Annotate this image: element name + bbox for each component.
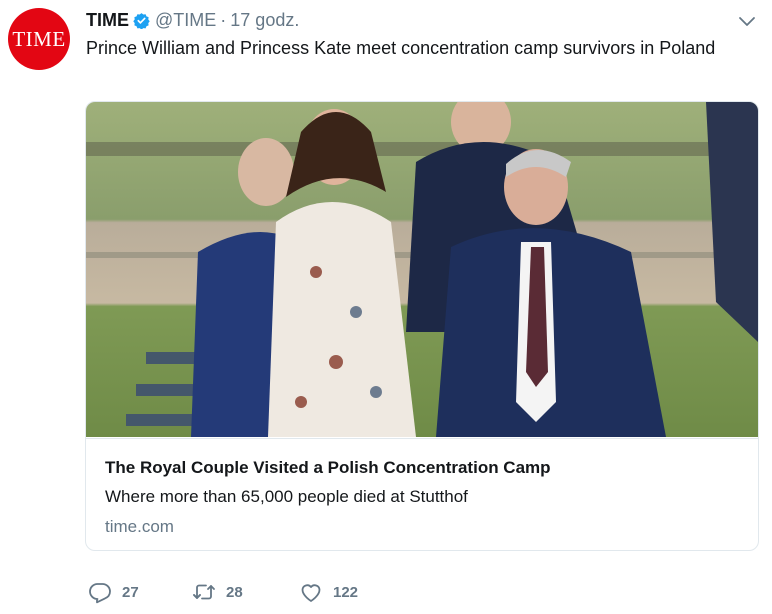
card-body[interactable]: The Royal Couple Visited a Polish Concen… bbox=[86, 438, 758, 550]
retweet-count: 28 bbox=[226, 583, 243, 601]
retweet-icon bbox=[192, 580, 216, 604]
reply-count: 27 bbox=[122, 583, 139, 601]
tweet-header: TIME @TIME · 17 godz. bbox=[86, 9, 299, 31]
verified-badge-icon bbox=[133, 12, 150, 29]
reply-icon bbox=[88, 580, 112, 604]
card-title[interactable]: The Royal Couple Visited a Polish Concen… bbox=[105, 458, 551, 478]
reply-button[interactable]: 27 bbox=[88, 578, 139, 606]
retweet-button[interactable]: 28 bbox=[192, 578, 243, 606]
avatar[interactable]: TIME bbox=[8, 8, 70, 70]
chevron-down-icon[interactable] bbox=[735, 12, 759, 32]
account-name[interactable]: TIME bbox=[86, 10, 129, 31]
avatar-logo-text: TIME bbox=[12, 26, 66, 51]
tweet-actions: 27 28 122 bbox=[86, 578, 506, 606]
heart-icon bbox=[299, 580, 323, 604]
separator-dot: · bbox=[220, 9, 227, 30]
tweet-text: Prince William and Princess Kate meet co… bbox=[86, 38, 716, 58]
card-image[interactable] bbox=[86, 102, 758, 437]
like-count: 122 bbox=[333, 583, 359, 601]
card-description: Where more than 65,000 people died at St… bbox=[105, 487, 468, 506]
link-card[interactable]: The Royal Couple Visited a Polish Concen… bbox=[85, 101, 759, 551]
tweet-timestamp[interactable]: 17 godz. bbox=[230, 10, 299, 31]
account-handle[interactable]: @TIME bbox=[155, 10, 216, 31]
like-button[interactable]: 122 bbox=[299, 578, 358, 606]
card-domain: time.com bbox=[105, 517, 174, 536]
